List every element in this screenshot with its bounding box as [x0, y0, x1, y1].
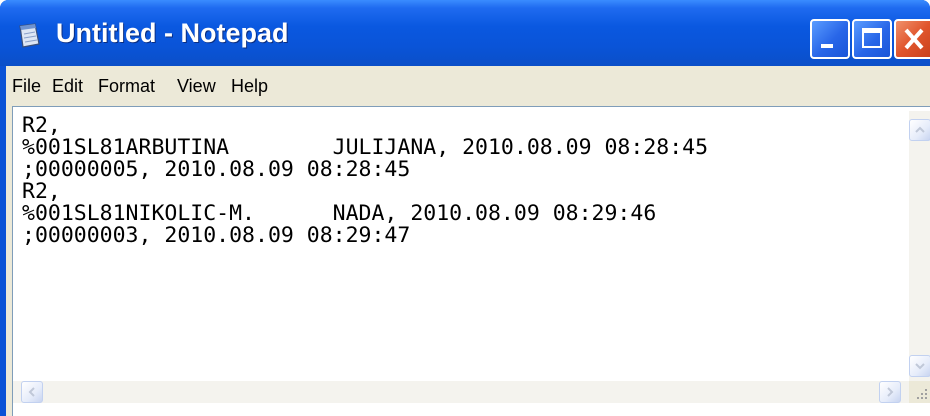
close-button[interactable]	[894, 19, 930, 59]
arrow-down-icon	[915, 363, 925, 370]
close-icon	[904, 28, 924, 50]
arrow-left-icon	[28, 387, 35, 397]
menu-bar: File Edit Format View Help	[6, 66, 930, 106]
text-line: ;00000005, 2010.08.09 08:28:45	[22, 157, 411, 182]
menu-format[interactable]: Format	[98, 76, 155, 97]
menu-help[interactable]: Help	[231, 76, 268, 97]
arrow-up-icon	[915, 126, 925, 133]
scroll-right-button[interactable]	[879, 381, 901, 403]
menu-file[interactable]: File	[12, 76, 41, 97]
arrow-right-icon	[887, 387, 894, 397]
scroll-left-button[interactable]	[21, 381, 43, 403]
minimize-button[interactable]	[810, 19, 850, 59]
resize-grip[interactable]	[909, 381, 930, 403]
horizontal-scrollbar[interactable]	[13, 381, 909, 403]
maximize-button[interactable]	[852, 19, 892, 59]
scroll-down-button[interactable]	[909, 355, 930, 377]
text-editor[interactable]: R2, %001SL81ARBUTINA JULIJANA, 2010.08.0…	[12, 106, 930, 416]
menu-edit[interactable]: Edit	[52, 76, 83, 97]
resize-grip-icon	[917, 389, 927, 399]
window-title: Untitled - Notepad	[56, 18, 289, 48]
notepad-icon[interactable]	[18, 22, 42, 48]
document-text[interactable]: R2, %001SL81ARBUTINA JULIJANA, 2010.08.0…	[22, 115, 902, 375]
vertical-scrollbar[interactable]	[909, 111, 930, 381]
minimize-icon	[821, 44, 833, 48]
text-line: ;00000003, 2010.08.09 08:29:47	[22, 223, 411, 248]
scroll-up-button[interactable]	[909, 119, 930, 141]
maximize-icon	[862, 28, 882, 48]
notepad-window: Untitled - Notepad File Edit Format View…	[0, 0, 930, 416]
menu-view[interactable]: View	[177, 76, 216, 97]
title-bar[interactable]: Untitled - Notepad	[0, 0, 930, 66]
